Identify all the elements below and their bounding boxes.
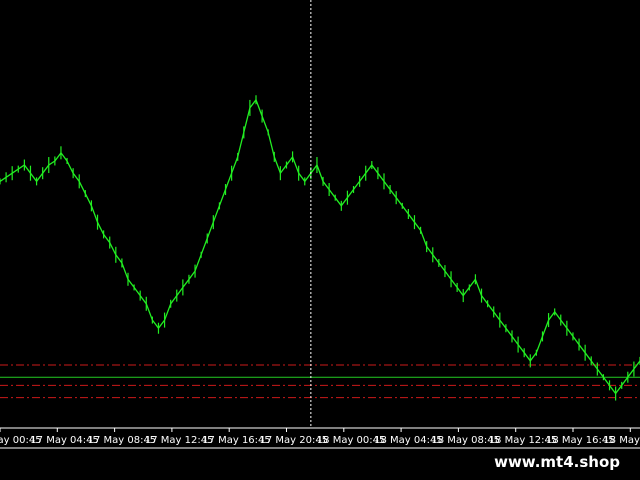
price-chart[interactable]: 17 May 00:4517 May 04:4517 May 08:4517 M… xyxy=(0,0,640,480)
chart-window: 17 May 00:4517 May 04:4517 May 08:4517 M… xyxy=(0,0,640,480)
watermark-text: www.mt4.shop xyxy=(494,453,620,471)
price-line xyxy=(0,98,640,395)
x-tick-label-11: 18 May 20:45 xyxy=(603,435,640,446)
